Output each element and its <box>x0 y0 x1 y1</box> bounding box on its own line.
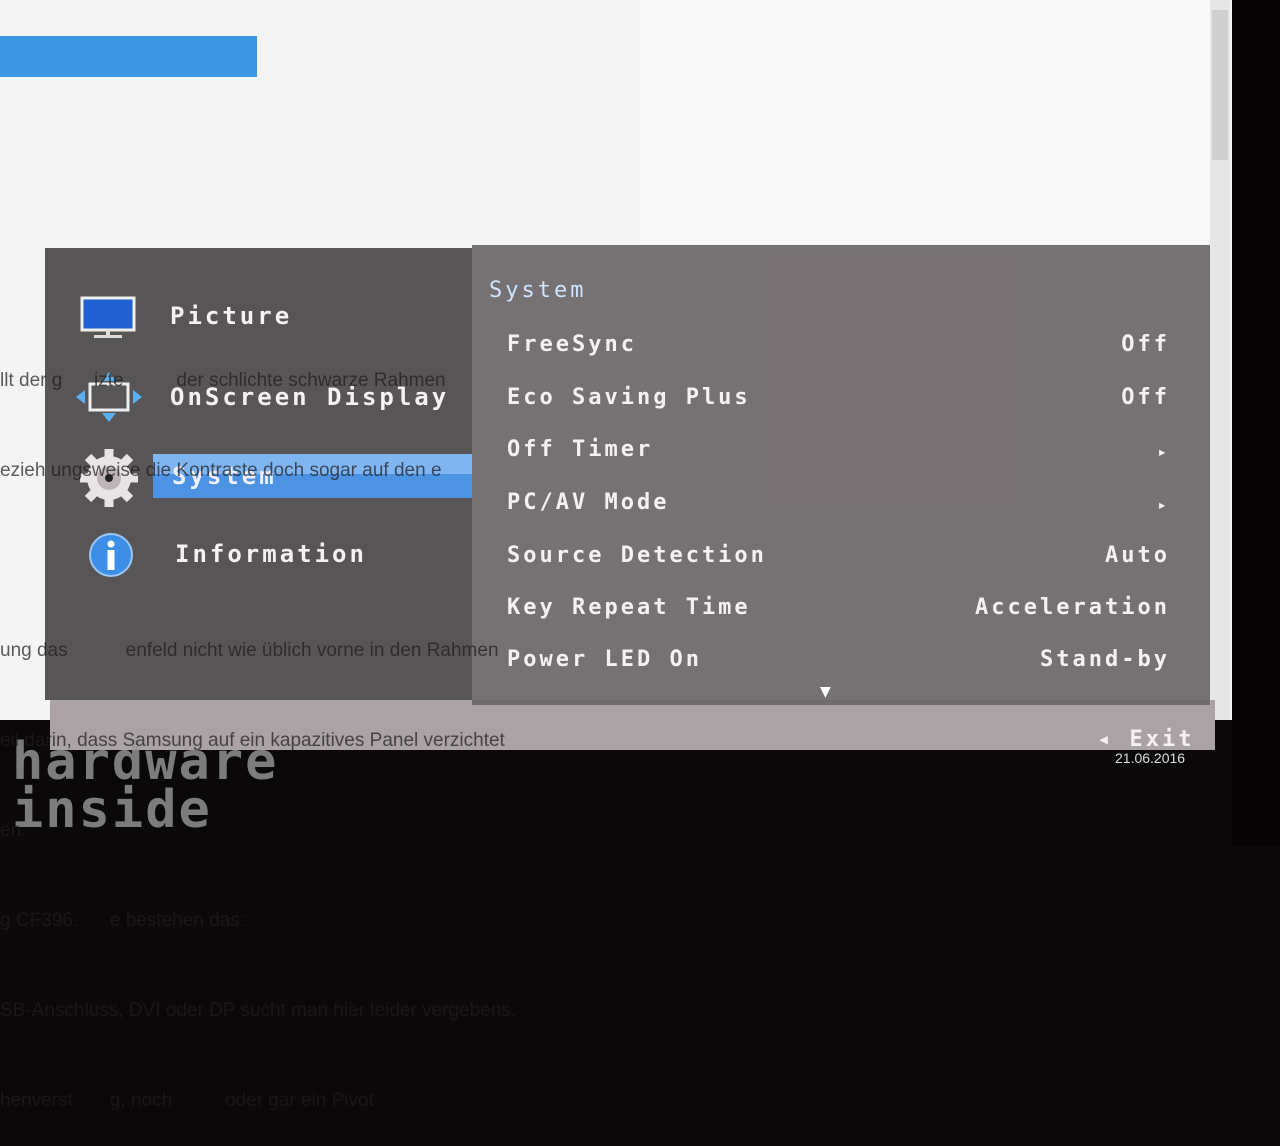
item-label: Source Detection <box>507 543 767 568</box>
page-scrollbar[interactable] <box>1210 0 1230 720</box>
osd-item-source-detection[interactable]: Source Detection Auto <box>507 543 1170 573</box>
article-line: SB-Anschluss, DVI oder DP sucht man hier… <box>0 1000 517 1021</box>
osd-item-pc-av-mode[interactable]: PC/AV Mode ▸ <box>507 490 1170 520</box>
osd-item-freesync[interactable]: FreeSync Off <box>507 332 1170 362</box>
chevron-right-icon: ▸ <box>1157 495 1170 514</box>
osd-item-key-repeat-time[interactable]: Key Repeat Time Acceleration <box>507 595 1170 625</box>
scroll-down-icon[interactable]: ▼ <box>820 684 831 700</box>
item-label: PC/AV Mode <box>507 490 670 515</box>
monitor-bezel <box>1232 0 1280 846</box>
osd-settings-panel <box>472 245 1210 705</box>
article-line: ezieh ungsweise die Kontraste doch sogar… <box>0 460 442 481</box>
article-line: g CF396. e bestehen das: <box>0 910 246 931</box>
osd-item-power-led-on[interactable]: Power LED On Stand-by <box>507 647 1170 677</box>
page-banner <box>0 36 257 77</box>
page-right-pane <box>640 0 1210 245</box>
item-label: Off Timer <box>507 437 654 462</box>
taskbar-date: 21.06.2016 <box>1115 750 1186 766</box>
article-line: ung das enfeld nicht wie üblich vorne in… <box>0 640 499 661</box>
osd-item-off-timer[interactable]: Off Timer ▸ <box>507 437 1170 467</box>
item-value: Stand-by <box>1040 647 1170 672</box>
item-value: Off <box>1121 385 1170 410</box>
item-value: Auto <box>1105 543 1170 568</box>
item-value: Off <box>1121 332 1170 357</box>
item-label: Power LED On <box>507 647 702 672</box>
item-label: Eco Saving Plus <box>507 385 751 410</box>
article-line: llt der g izte der schlichte schwarze Ra… <box>0 370 446 391</box>
scrollbar-thumb[interactable] <box>1212 10 1228 160</box>
chevron-right-icon: ▸ <box>1157 442 1170 461</box>
item-label: FreeSync <box>507 332 637 357</box>
article-line: eil darin, dass Samsung auf ein kapaziti… <box>0 730 505 751</box>
item-label: Key Repeat Time <box>507 595 751 620</box>
item-value: Acceleration <box>975 595 1170 620</box>
osd-item-eco-saving-plus[interactable]: Eco Saving Plus Off <box>507 385 1170 415</box>
article-line: henverst g, noch oder gar ein Pivot <box>0 1090 374 1111</box>
osd-exit-button[interactable]: ◂ Exit <box>1097 727 1194 752</box>
article-line: en. <box>0 820 27 841</box>
background-article-text: llt der g izte der schlichte schwarze Ra… <box>0 306 516 1146</box>
osd-section-title: System <box>489 278 587 303</box>
